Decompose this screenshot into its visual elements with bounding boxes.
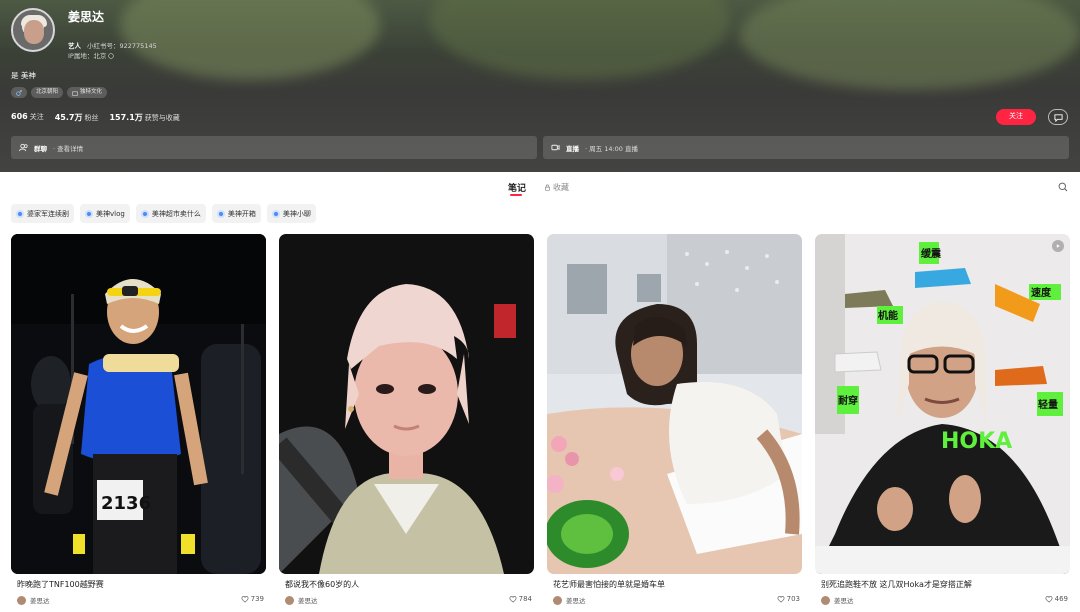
note-card[interactable]: HOKA 缓震 速度 机能 耐穿 轻量 别死追跑鞋不放 这几双Hoka才是穿搭正…: [815, 234, 1070, 612]
note-cover[interactable]: 2136: [11, 234, 266, 574]
collection-icon: [271, 209, 280, 218]
info-icon[interactable]: [108, 53, 115, 59]
group-chat-bar[interactable]: 群聊 · 查看详情: [11, 136, 537, 159]
note-title[interactable]: 花艺师最害怕接的单就是婚车单: [553, 579, 665, 590]
stat-following[interactable]: 606 关注: [11, 112, 44, 123]
profile-meta: 艺人 小红书号：922775145: [68, 42, 157, 50]
profile-bio: 是 美神: [11, 71, 36, 80]
sticker-label: 机能: [878, 309, 898, 322]
heart-icon: [241, 596, 249, 603]
ip-location: IP属地：北京: [68, 50, 115, 60]
location-tag: 北京朝阳: [31, 87, 64, 98]
collection-icon: [16, 209, 24, 218]
runner-photo: 2136: [11, 234, 266, 574]
shop-icon: [72, 91, 78, 96]
sticker-label: 耐穿: [838, 394, 858, 407]
chip-collection[interactable]: 美神小聊: [266, 204, 316, 223]
gender-tag: [11, 87, 27, 98]
male-icon: [16, 89, 22, 96]
chip-collection[interactable]: 婆家军连续剧: [11, 204, 74, 223]
note-author[interactable]: 姜思达: [821, 595, 854, 605]
note-cover[interactable]: [547, 234, 802, 574]
like-button[interactable]: 703: [777, 595, 800, 603]
florist-photo: [547, 234, 802, 574]
content-tabs: 笔记 收藏: [0, 180, 1080, 200]
tab-favorites[interactable]: 收藏: [544, 182, 569, 193]
message-button[interactable]: [1048, 109, 1068, 125]
sticker-label: 缓震: [920, 247, 942, 260]
category-tag: 独特文化: [67, 87, 108, 98]
group-icon: [19, 143, 28, 152]
lock-icon: [545, 184, 550, 191]
note-author[interactable]: 姜思达: [17, 595, 50, 605]
profile-stats: 606 关注 45.7万 粉丝 157.1万 获赞与收藏: [11, 112, 180, 123]
note-title[interactable]: 别死追跑鞋不放 这几双Hoka才是穿搭正解: [821, 579, 972, 590]
tab-notes[interactable]: 笔记: [508, 181, 526, 194]
sticker-label: 轻量: [1038, 398, 1058, 411]
author-avatar: [821, 595, 830, 605]
collection-icon: [85, 209, 93, 218]
note-cover[interactable]: HOKA 缓震 速度 机能 耐穿 轻量: [815, 234, 1070, 574]
profile-header: 姜思达 艺人 小红书号：922775145 IP属地：北京 是 美神 北京朝阳 独…: [0, 0, 1080, 172]
profile-tags: 北京朝阳 独特文化: [11, 87, 108, 98]
follow-button[interactable]: 关注: [996, 109, 1036, 125]
like-button[interactable]: 739: [241, 595, 264, 603]
like-button[interactable]: 784: [509, 595, 532, 603]
heart-icon: [777, 596, 785, 603]
profile-name: 姜思达: [68, 10, 105, 24]
author-avatar: [553, 595, 562, 605]
note-title[interactable]: 昨晚跑了TNF100越野赛: [17, 579, 104, 590]
note-author[interactable]: 姜思达: [553, 595, 586, 605]
note-card[interactable]: 花艺师最害怕接的单就是婚车单 姜思达 703: [547, 234, 802, 612]
collection-chips: 婆家军连续剧 美神vlog 美神超市卖什么 美神开箱 美神小聊: [11, 204, 316, 223]
note-cover[interactable]: [279, 234, 534, 574]
sticker-label: 速度: [1031, 286, 1052, 299]
race-bib: 2136: [101, 493, 151, 514]
live-bar[interactable]: 直播 · 周五 14:00 直播: [543, 136, 1069, 159]
collection-icon: [216, 209, 225, 218]
tab-underline: [510, 194, 522, 196]
live-icon: [551, 144, 560, 151]
note-card[interactable]: 都说我不像60岁的人 姜思达 784: [279, 234, 534, 612]
chip-collection[interactable]: 美神开箱: [211, 204, 261, 223]
search-icon[interactable]: [1058, 182, 1068, 192]
note-author[interactable]: 姜思达: [285, 595, 318, 605]
note-card[interactable]: 2136 昨晚跑了TNF100越野赛 姜思达 739: [11, 234, 266, 612]
video-play-icon: [1052, 240, 1064, 252]
like-button[interactable]: 469: [1045, 595, 1068, 603]
portrait-photo: [279, 234, 534, 574]
author-avatar: [285, 595, 294, 605]
chip-collection[interactable]: 美神超市卖什么: [135, 204, 206, 223]
hoka-brand: HOKA: [941, 429, 1012, 454]
heart-icon: [509, 596, 517, 603]
avatar[interactable]: [11, 8, 55, 52]
note-title[interactable]: 都说我不像60岁的人: [285, 579, 359, 590]
hoka-video-cover: HOKA 缓震 速度 机能 耐穿 轻量: [815, 234, 1070, 574]
stat-fans[interactable]: 45.7万 粉丝: [55, 112, 99, 123]
collection-icon: [140, 209, 149, 218]
heart-icon: [1045, 596, 1053, 603]
chat-icon: [1053, 113, 1063, 122]
stat-likes[interactable]: 157.1万 获赞与收藏: [109, 112, 179, 123]
author-avatar: [17, 595, 26, 605]
chip-collection[interactable]: 美神vlog: [80, 204, 130, 223]
